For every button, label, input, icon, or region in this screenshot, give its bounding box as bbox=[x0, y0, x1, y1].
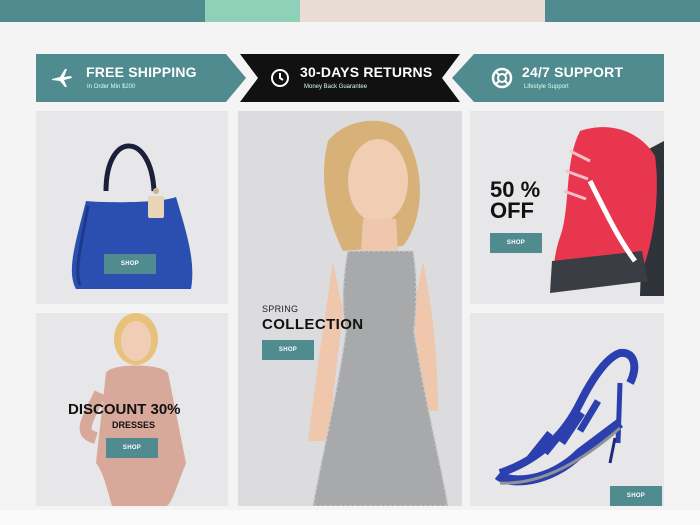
feature-title: FREE SHIPPING bbox=[86, 64, 197, 80]
feature-returns: 30-DAYS RETURNS Money Back Guarantee bbox=[240, 54, 460, 102]
handbag-image bbox=[71, 143, 193, 289]
airplane-icon bbox=[50, 66, 74, 90]
offer-line: 50 % bbox=[490, 177, 541, 202]
collection-kicker: SPRING bbox=[262, 304, 299, 314]
features-bar: FREE SHIPPING In Order Min $200 30-DAYS … bbox=[36, 54, 664, 102]
top-hero-banner bbox=[0, 0, 700, 22]
shop-button[interactable]: SHOP bbox=[262, 340, 314, 360]
shop-button[interactable]: SHOP bbox=[106, 438, 158, 458]
product-tile-sandal[interactable]: SHOP bbox=[470, 313, 664, 506]
shop-button[interactable]: SHOP bbox=[104, 254, 156, 274]
discount-title: DISCOUNT 30% bbox=[68, 401, 181, 418]
feature-title: 30-DAYS RETURNS bbox=[300, 64, 433, 80]
offer-text: 50 % OFF bbox=[490, 177, 541, 223]
collection-title: COLLECTION bbox=[262, 316, 364, 333]
discount-subtitle: DRESSES bbox=[112, 420, 156, 430]
banner-segment bbox=[0, 0, 205, 22]
offer-line: OFF bbox=[490, 198, 534, 223]
banner-segment bbox=[545, 0, 700, 22]
feature-title: 24/7 SUPPORT bbox=[522, 64, 624, 80]
shop-button[interactable]: SHOP bbox=[490, 233, 542, 253]
feature-subtitle: Lifestyle Support bbox=[524, 84, 569, 90]
feature-free-shipping: FREE SHIPPING In Order Min $200 bbox=[36, 54, 246, 102]
feature-subtitle: Money Back Guarantee bbox=[304, 84, 368, 90]
product-tile-dress[interactable]: DISCOUNT 30% DRESSES SHOP bbox=[36, 313, 228, 506]
product-tile-bag[interactable]: SHOP bbox=[36, 111, 228, 304]
shop-button[interactable]: SHOP bbox=[610, 486, 662, 506]
product-tile-sneaker[interactable]: 50 % OFF SHOP bbox=[470, 111, 664, 304]
lifebuoy-icon bbox=[490, 66, 514, 90]
bottom-strip bbox=[0, 510, 700, 525]
clock-icon bbox=[268, 66, 292, 90]
featured-collection-tile[interactable]: SPRING COLLECTION SHOP bbox=[238, 111, 462, 506]
banner-segment bbox=[300, 0, 545, 22]
feature-subtitle: In Order Min $200 bbox=[87, 84, 136, 90]
sandal-image bbox=[494, 348, 639, 486]
feature-support: 24/7 SUPPORT Lifestyle Support bbox=[452, 54, 664, 102]
banner-segment bbox=[205, 0, 300, 22]
